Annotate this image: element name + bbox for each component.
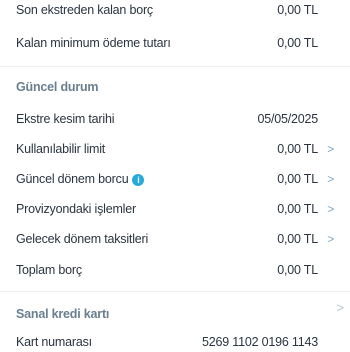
current-period-debt-value: 0,00 TL xyxy=(277,172,318,186)
chevron-right-icon: > xyxy=(327,142,334,156)
last-statement-debt-label: Son ekstreden kalan borç xyxy=(16,3,153,17)
pending-transactions-label: Provizyondaki işlemler xyxy=(16,202,136,216)
statement-date-row: Ekstre kesim tarihi 05/05/2025 xyxy=(16,109,334,129)
available-limit-value: 0,00 TL xyxy=(277,142,318,156)
card-number-label: Kart numarası xyxy=(16,335,92,349)
card-number-value: 5269 1102 0196 1143 xyxy=(202,335,318,349)
pending-transactions-value: 0,00 TL xyxy=(277,202,318,216)
divider xyxy=(0,291,350,292)
statement-date-value: 05/05/2025 xyxy=(257,112,318,126)
total-debt-row: Toplam borç 0,00 TL xyxy=(16,260,334,280)
chevron-right-icon: > xyxy=(327,172,334,186)
available-limit-row[interactable]: Kullanılabilir limit 0,00 TL > xyxy=(16,139,334,159)
remaining-min-payment-label: Kalan minimum ödeme tutarı xyxy=(16,36,171,50)
chevron-right-icon: > xyxy=(327,232,334,246)
total-debt-label: Toplam borç xyxy=(16,263,82,277)
current-period-debt-row[interactable]: Güncel dönem borcu i 0,00 TL > xyxy=(16,169,334,189)
future-installments-label: Gelecek dönem taksitleri xyxy=(16,232,149,246)
remaining-min-payment-value: 0,00 TL xyxy=(277,36,318,50)
info-icon[interactable]: i xyxy=(132,173,145,186)
remaining-min-payment-row: Kalan minimum ödeme tutarı 0,00 TL xyxy=(16,33,334,53)
current-period-debt-label: Güncel dönem borcu xyxy=(16,172,129,186)
future-installments-row[interactable]: Gelecek dönem taksitleri 0,00 TL > xyxy=(16,229,334,249)
last-statement-debt-row: Son ekstreden kalan borç 0,00 TL xyxy=(16,0,334,20)
chevron-right-icon[interactable]: > xyxy=(336,300,344,315)
available-limit-label: Kullanılabilir limit xyxy=(16,142,106,156)
section-title-current-status: Güncel durum xyxy=(16,80,99,94)
pending-transactions-row[interactable]: Provizyondaki işlemler 0,00 TL > xyxy=(16,199,334,219)
chevron-right-icon: > xyxy=(327,202,334,216)
card-number-row: Kart numarası 5269 1102 0196 1143 xyxy=(16,332,334,352)
total-debt-value: 0,00 TL xyxy=(277,263,318,277)
future-installments-value: 0,00 TL xyxy=(277,232,318,246)
section-title-virtual-card[interactable]: Sanal kredi kartı xyxy=(16,307,109,321)
statement-date-label: Ekstre kesim tarihi xyxy=(16,112,115,126)
last-statement-debt-value: 0,00 TL xyxy=(277,3,318,17)
divider xyxy=(0,66,350,67)
